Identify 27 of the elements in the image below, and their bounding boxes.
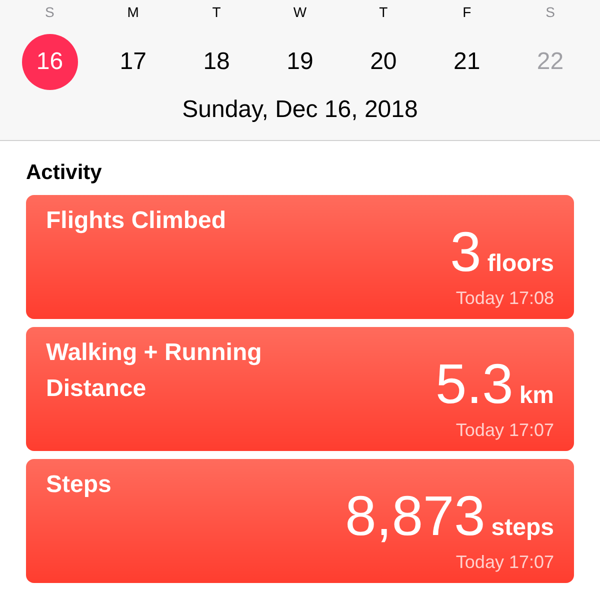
timestamp: Today 17:08 bbox=[456, 288, 554, 309]
weekday-label: W bbox=[293, 4, 307, 22]
card-title: Flights Climbed bbox=[46, 206, 227, 236]
weekday-label: T bbox=[212, 4, 221, 22]
day-number[interactable]: 18 bbox=[188, 34, 245, 90]
metric-unit: km bbox=[519, 382, 554, 410]
metric-value: 8,873 bbox=[345, 486, 486, 546]
metric-unit: steps bbox=[491, 514, 554, 542]
selected-date: Sunday, Dec 16, 2018 bbox=[181, 96, 419, 124]
weekday-label: S bbox=[45, 4, 54, 22]
metric-value: 3 bbox=[450, 222, 482, 282]
card-title: Walking + Running Distance bbox=[46, 338, 263, 404]
day-number[interactable]: 17 bbox=[105, 34, 162, 90]
timestamp: Today 17:07 bbox=[456, 552, 554, 573]
weekday-label: T bbox=[379, 4, 388, 22]
day-number[interactable]: 21 bbox=[438, 34, 495, 90]
section-title: Activity bbox=[26, 161, 103, 185]
day-number[interactable]: 16 bbox=[22, 34, 78, 90]
metric-value: 5.3 bbox=[435, 354, 514, 414]
weekday-label: F bbox=[462, 4, 472, 22]
timestamp: Today 17:07 bbox=[456, 420, 554, 441]
day-number[interactable]: 20 bbox=[355, 34, 412, 90]
card-title: Steps bbox=[46, 470, 112, 500]
weekday-label: M bbox=[127, 4, 139, 22]
day-number[interactable]: 19 bbox=[272, 34, 328, 90]
weekday-label: S bbox=[546, 4, 555, 22]
metric-unit: floors bbox=[487, 250, 554, 278]
